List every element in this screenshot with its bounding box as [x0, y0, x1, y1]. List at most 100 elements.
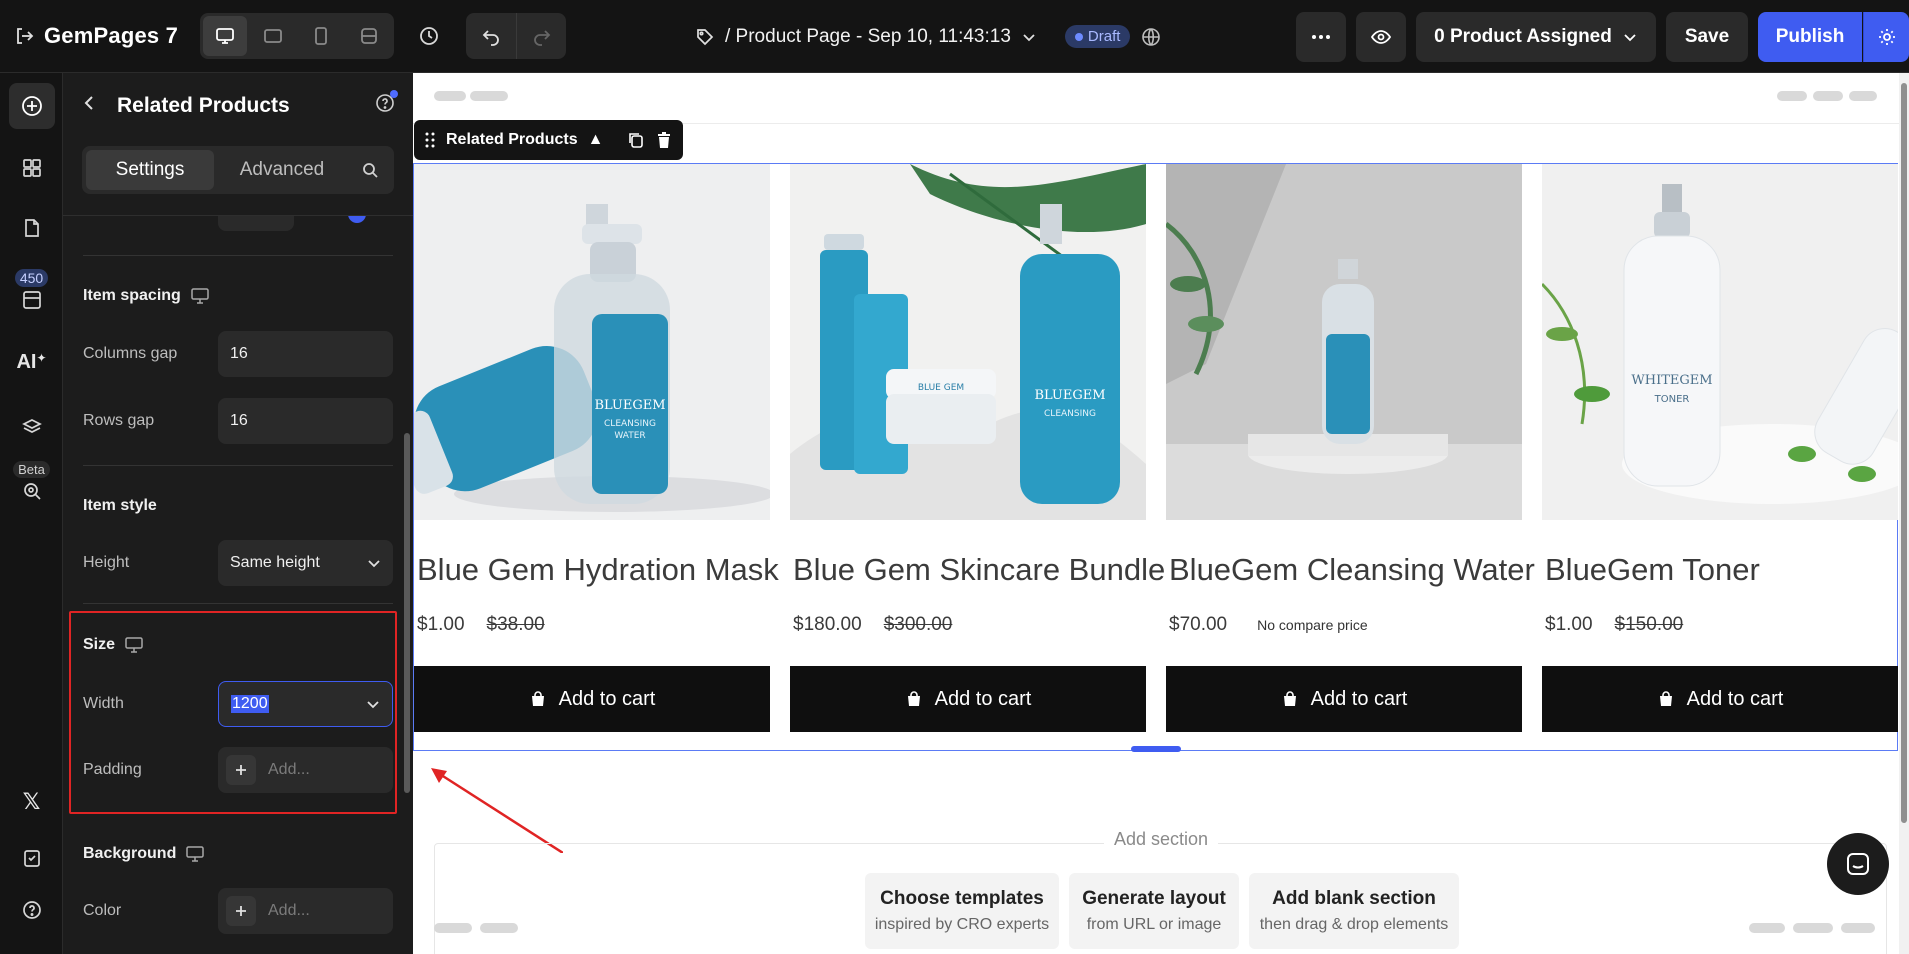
duplicate-button[interactable]	[627, 131, 645, 149]
divider	[83, 465, 393, 466]
element-name[interactable]: Related Products	[446, 131, 578, 149]
rail-x[interactable]: 𝕏	[0, 789, 63, 815]
panel-help-button-overlay[interactable]	[375, 90, 398, 119]
generate-layout-button[interactable]: Generate layout from URL or image	[1069, 873, 1239, 949]
desktop-view-button[interactable]	[203, 16, 248, 56]
globe-icon[interactable]	[1140, 26, 1162, 48]
status-text: Draft	[1087, 28, 1121, 45]
compare-price: No compare price	[1257, 617, 1368, 633]
divider	[83, 603, 393, 604]
tablet-icon	[264, 29, 282, 43]
add-to-cart-button[interactable]: Add to cart	[1166, 666, 1522, 732]
desktop-icon	[186, 846, 205, 862]
search-icon	[363, 163, 378, 178]
canvas-scrollbar[interactable]	[1899, 73, 1909, 954]
save-button[interactable]: Save	[1666, 11, 1748, 62]
option-subtitle: then drag & drop elements	[1259, 916, 1449, 933]
add-blank-section-button[interactable]: Add blank section then drag & drop eleme…	[1249, 873, 1459, 949]
product-assign-dropdown[interactable]: 0 Product Assigned	[1416, 11, 1656, 62]
history-button[interactable]	[406, 13, 452, 59]
rail-checklist[interactable]	[0, 847, 63, 869]
tab-settings-overlay[interactable]: Settings	[86, 150, 214, 190]
rail-count-badge: 450	[14, 269, 49, 287]
publish-settings-button[interactable]	[1863, 11, 1909, 62]
back-button-overlay[interactable]	[81, 94, 99, 118]
rail-add-element[interactable]	[0, 83, 63, 129]
rail-sections[interactable]	[0, 157, 63, 179]
element-toolbar: Related Products ▲	[414, 120, 684, 160]
panel-divider-overlay	[63, 215, 413, 216]
resize-handle[interactable]	[1131, 746, 1181, 752]
top-bar-left: GemPages 7	[0, 0, 567, 72]
undo-button[interactable]	[466, 13, 516, 59]
page-icon	[24, 219, 39, 237]
rail-templates[interactable]: 450	[0, 269, 63, 311]
color-input[interactable]: Add...	[218, 888, 393, 934]
layers-icon	[21, 419, 42, 433]
product-image[interactable]: WHITEGEM TONER	[1542, 164, 1898, 520]
tab-advanced-overlay[interactable]: Advanced	[218, 150, 346, 190]
panel-search-button-overlay[interactable]	[350, 161, 390, 179]
exit-icon[interactable]	[14, 26, 34, 46]
product-image[interactable]: BLUEGEM CLEANSING WATER	[414, 164, 770, 520]
preview-button[interactable]	[1356, 11, 1406, 62]
caret-up-icon[interactable]: ▲	[588, 131, 604, 149]
clipboard-check-icon	[23, 850, 40, 867]
compare-price: $38.00	[486, 614, 545, 635]
product-prices: $180.00 $300.00	[793, 614, 952, 636]
divider	[83, 255, 393, 256]
more-button[interactable]	[1296, 11, 1346, 62]
svg-text:CLEANSING: CLEANSING	[1044, 409, 1096, 419]
product-title[interactable]: Blue Gem Hydration Mask	[417, 552, 779, 588]
notification-dot	[390, 90, 398, 98]
drag-handle-icon[interactable]	[424, 131, 436, 149]
location-icon	[23, 483, 41, 500]
mobile-view-button[interactable]	[299, 16, 343, 56]
svg-text:BLUE GEM: BLUE GEM	[918, 383, 964, 393]
delete-button[interactable]	[655, 131, 673, 149]
columns-toggle[interactable]	[348, 205, 366, 223]
option-title: Choose templates	[880, 888, 1044, 909]
page-title: / Product Page - Sep 10, 11:43:13	[725, 25, 1011, 47]
status-dot	[1074, 32, 1083, 41]
product-title[interactable]: Blue Gem Skincare Bundle	[793, 552, 1165, 588]
product-price: $1.00	[1545, 614, 1593, 635]
panel-title-overlay: Related Products	[117, 94, 290, 117]
add-to-cart-button[interactable]: Add to cart	[414, 666, 770, 732]
publish-button[interactable]: Publish	[1758, 11, 1862, 62]
rail-beta-tools[interactable]: Beta	[0, 461, 63, 502]
canvas-scroll-thumb[interactable]	[1901, 83, 1907, 823]
chat-launcher[interactable]	[1827, 833, 1889, 895]
rail-help[interactable]	[0, 899, 63, 921]
add-to-cart-label: Add to cart	[1686, 687, 1784, 710]
redo-button[interactable]	[516, 13, 566, 59]
height-select[interactable]: Same height	[218, 540, 393, 586]
rail-ai[interactable]: AI✦	[0, 351, 63, 374]
product-title[interactable]: BlueGem Cleansing Water	[1169, 552, 1535, 588]
app-logo: GemPages 7	[44, 23, 179, 48]
rows-gap-input[interactable]: 16	[218, 398, 393, 444]
product-title[interactable]: BlueGem Toner	[1545, 552, 1760, 588]
product-image[interactable]: BLUE GEM BLUEGEM CLEANSING	[790, 164, 1146, 520]
template-icon	[22, 291, 41, 309]
settings-panel: Related Products Settings Advanced Colum…	[63, 73, 413, 954]
tablet-view-button[interactable]	[251, 16, 295, 56]
columns-gap-input[interactable]: 16	[218, 331, 393, 377]
add-to-cart-button[interactable]: Add to cart	[790, 666, 1146, 732]
brand: GemPages 7	[14, 23, 178, 49]
skeleton-bar	[1793, 923, 1833, 933]
editor-canvas: BLUEGEM CLEANSING WATER Blue Gem Hydrati…	[413, 73, 1909, 954]
panel-scrollbar[interactable]	[404, 433, 410, 793]
plus-icon[interactable]	[226, 896, 256, 926]
product-price: $1.00	[417, 614, 465, 635]
ai-icon: AI✦	[16, 351, 47, 373]
page-selector[interactable]: / Product Page - Sep 10, 11:43:13 Draft	[695, 0, 1162, 73]
responsive-view-button[interactable]	[347, 16, 391, 56]
rail-layers[interactable]	[0, 417, 63, 439]
add-to-cart-button[interactable]: Add to cart	[1542, 666, 1898, 732]
product-image[interactable]	[1166, 164, 1522, 520]
choose-templates-button[interactable]: Choose templates inspired by CRO experts	[865, 873, 1059, 949]
option-title: Add blank section	[1272, 888, 1436, 909]
compare-price: $300.00	[883, 614, 953, 635]
rail-pages[interactable]	[0, 217, 63, 239]
